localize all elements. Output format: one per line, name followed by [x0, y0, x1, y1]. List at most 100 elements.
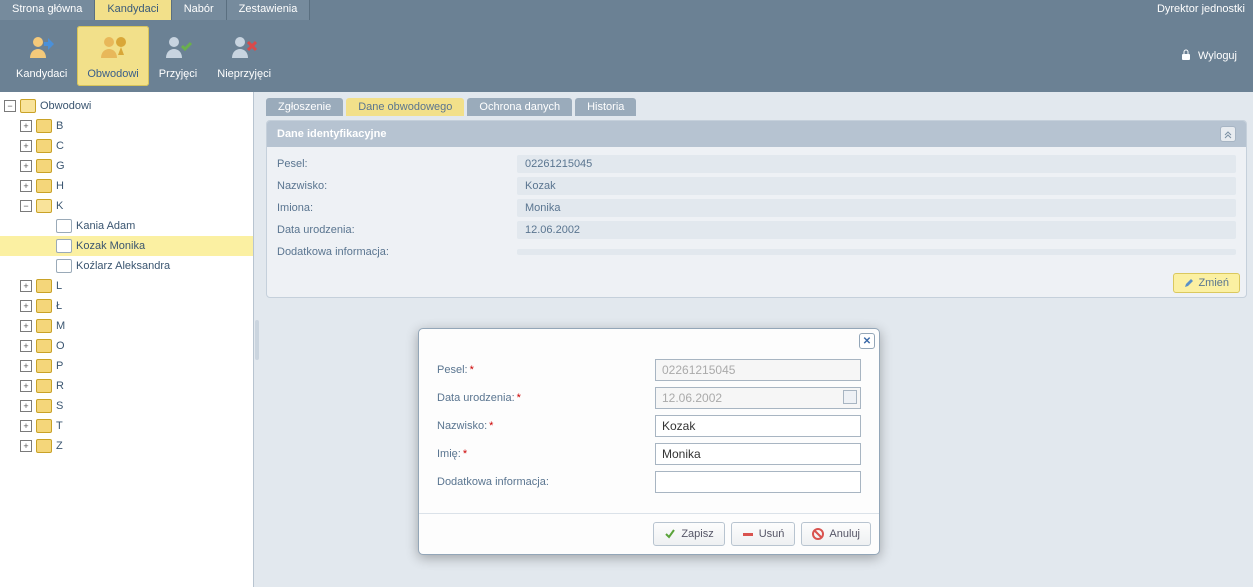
collapse-icon[interactable]: − — [4, 100, 16, 112]
logout-button[interactable]: Wyloguj — [1180, 49, 1237, 64]
tree-item[interactable]: Koźlarz Aleksandra — [0, 256, 253, 276]
tree-folder-G[interactable]: +G — [0, 156, 253, 176]
form-data-ur-label: Data urodzenia:* — [437, 392, 655, 404]
form-dodatkowa-label: Dodatkowa informacja: — [437, 476, 655, 488]
pesel-input[interactable] — [655, 359, 861, 381]
tree-item[interactable]: Kania Adam — [0, 216, 253, 236]
expand-icon[interactable]: + — [20, 140, 32, 152]
toolbar-kandydaci[interactable]: Kandydaci — [6, 26, 77, 86]
tree-folder-label: B — [56, 120, 63, 132]
folder-open-icon — [36, 199, 52, 213]
tree-folder-M[interactable]: +M — [0, 316, 253, 336]
tree-folder-label: K — [56, 200, 63, 212]
tree-folder-label: H — [56, 180, 64, 192]
nazwisko-input[interactable] — [655, 415, 861, 437]
toolbar: Kandydaci Obwodowi Przyjęci Nieprzyjęci … — [0, 20, 1253, 92]
tree-folder-label: Z — [56, 440, 63, 452]
row-dodatkowa: Dodatkowa informacja: — [277, 241, 1236, 263]
usun-button[interactable]: Usuń — [731, 522, 796, 546]
folder-icon — [36, 119, 52, 133]
expand-icon[interactable]: + — [20, 280, 32, 292]
folder-icon — [36, 399, 52, 413]
top-tab-kandydaci[interactable]: Kandydaci — [95, 0, 171, 20]
zmien-label: Zmień — [1198, 277, 1229, 289]
tree-root[interactable]: − Obwodowi — [0, 96, 253, 116]
pesel-value: 02261215045 — [517, 155, 1236, 173]
tab-ochrona-danych[interactable]: Ochrona danych — [467, 98, 572, 116]
tab-zgloszenie[interactable]: Zgłoszenie — [266, 98, 343, 116]
pesel-label: Pesel: — [277, 158, 517, 170]
tree-folder-C[interactable]: +C — [0, 136, 253, 156]
tree-folder-R[interactable]: +R — [0, 376, 253, 396]
expand-icon[interactable]: + — [20, 180, 32, 192]
document-icon — [56, 259, 72, 273]
nazwisko-value: Kozak — [517, 177, 1236, 195]
tree-folder-L[interactable]: +L — [0, 276, 253, 296]
form-row-imie: Imię:* — [437, 443, 861, 465]
toolbar-nieprzyjeci[interactable]: Nieprzyjęci — [207, 26, 281, 86]
tab-dane-obwodowego[interactable]: Dane obwodowego — [346, 98, 464, 116]
top-tab-zestawienia[interactable]: Zestawienia — [227, 0, 311, 20]
tree-folder-label: M — [56, 320, 65, 332]
row-pesel: Pesel: 02261215045 — [277, 153, 1236, 175]
modal-close-button[interactable]: ✕ — [859, 333, 875, 349]
collapse-icon[interactable]: − — [20, 200, 32, 212]
toolbar-obwodowi[interactable]: Obwodowi — [77, 26, 148, 86]
zmien-button[interactable]: Zmień — [1173, 273, 1240, 293]
toolbar-przyjeci[interactable]: Przyjęci — [149, 26, 208, 86]
person-pin-icon — [97, 32, 129, 64]
calendar-icon[interactable] — [843, 390, 857, 404]
expand-icon[interactable]: + — [20, 400, 32, 412]
person-x-icon — [228, 32, 260, 64]
document-icon — [56, 239, 72, 253]
edit-modal: ✕ Pesel:* Data urodzenia:* Nazwisko:* Im… — [418, 328, 880, 555]
toolbar-przyjeci-label: Przyjęci — [159, 68, 198, 80]
data-ur-input[interactable] — [655, 387, 861, 409]
tree-folder-H[interactable]: +H — [0, 176, 253, 196]
tree-folder-K[interactable]: −K — [0, 196, 253, 216]
expand-icon[interactable]: + — [20, 320, 32, 332]
tree-folder-T[interactable]: +T — [0, 416, 253, 436]
expand-icon[interactable]: + — [20, 120, 32, 132]
tree-folder-O[interactable]: +O — [0, 336, 253, 356]
usun-label: Usuń — [759, 528, 785, 540]
folder-open-icon — [20, 99, 36, 113]
sidebar-tree: − Obwodowi +B+C+G+H−KKania AdamKozak Mon… — [0, 92, 254, 587]
form-pesel-label: Pesel:* — [437, 364, 655, 376]
tab-historia[interactable]: Historia — [575, 98, 636, 116]
expand-icon[interactable]: + — [20, 160, 32, 172]
top-tab-nabor[interactable]: Nabór — [172, 0, 227, 20]
anuluj-button[interactable]: Anuluj — [801, 522, 871, 546]
tree-folder-label: S — [56, 400, 63, 412]
tree-folder-S[interactable]: +S — [0, 396, 253, 416]
people-arrow-icon — [26, 32, 58, 64]
lock-icon — [1180, 49, 1192, 64]
tree-item[interactable]: Kozak Monika — [0, 236, 253, 256]
panel-collapse-button[interactable] — [1220, 126, 1236, 142]
expand-icon[interactable]: + — [20, 420, 32, 432]
expand-icon[interactable]: + — [20, 380, 32, 392]
tree-folder-Ł[interactable]: +Ł — [0, 296, 253, 316]
expand-icon[interactable]: + — [20, 300, 32, 312]
form-row-data-ur: Data urodzenia:* — [437, 387, 861, 409]
data-ur-label: Data urodzenia: — [277, 224, 517, 236]
person-check-icon — [162, 32, 194, 64]
document-icon — [56, 219, 72, 233]
chevron-up-double-icon — [1223, 129, 1233, 139]
tree-folder-label: P — [56, 360, 63, 372]
tree-folder-B[interactable]: +B — [0, 116, 253, 136]
tree-root-label: Obwodowi — [40, 100, 91, 112]
tree-folder-label: T — [56, 420, 63, 432]
expand-icon[interactable]: + — [20, 440, 32, 452]
expand-icon[interactable]: + — [20, 360, 32, 372]
imie-input[interactable] — [655, 443, 861, 465]
tree-folder-Z[interactable]: +Z — [0, 436, 253, 456]
imiona-value: Monika — [517, 199, 1236, 217]
tree-folder-label: R — [56, 380, 64, 392]
expand-icon[interactable]: + — [20, 340, 32, 352]
dodatkowa-input[interactable] — [655, 471, 861, 493]
panel-title: Dane identyfikacyjne — [277, 128, 386, 140]
top-tab-home[interactable]: Strona główna — [0, 0, 95, 20]
zapisz-button[interactable]: Zapisz — [653, 522, 724, 546]
tree-folder-P[interactable]: +P — [0, 356, 253, 376]
